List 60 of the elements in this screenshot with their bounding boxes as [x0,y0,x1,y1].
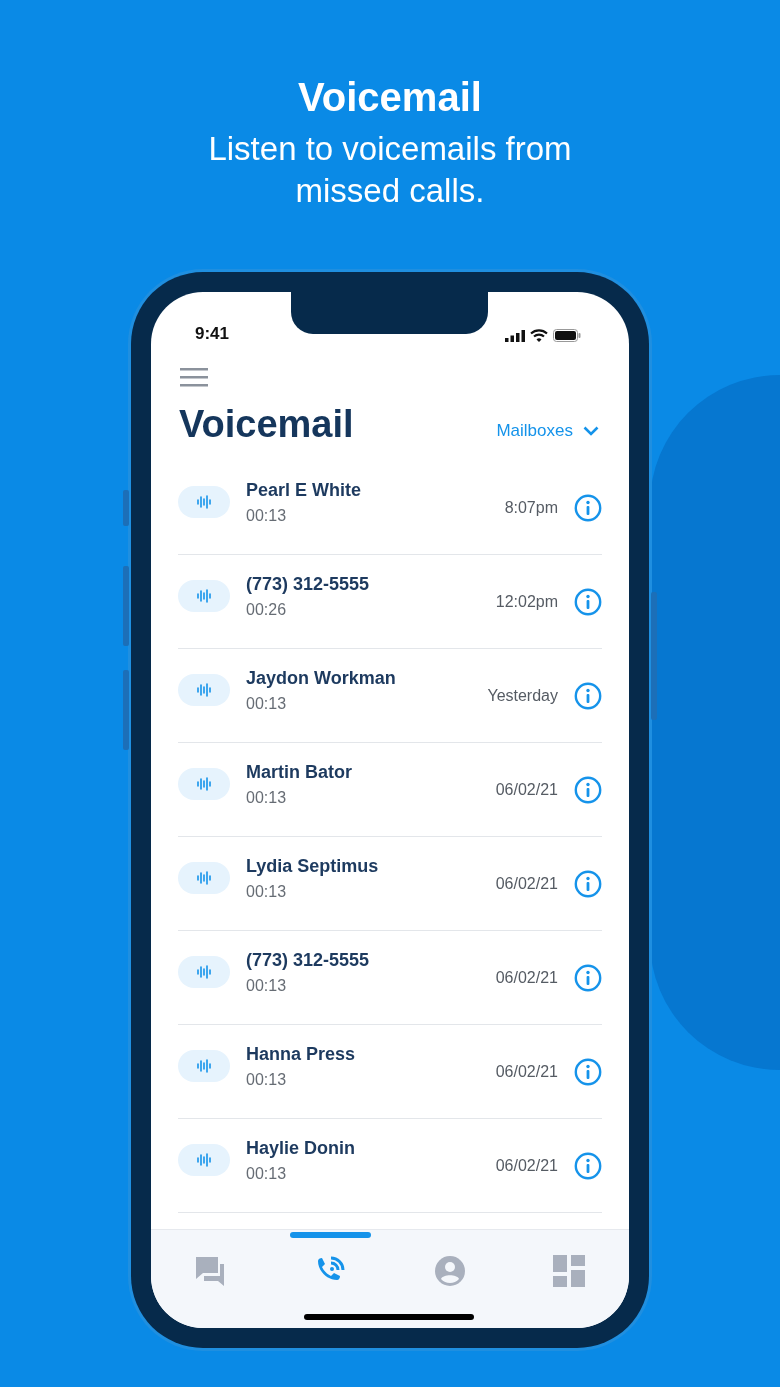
chevron-down-icon [583,426,599,436]
promo-title: Voicemail [298,74,482,120]
menu-icon[interactable] [180,368,208,387]
voicemail-time: 06/02/21 [495,1062,558,1081]
voicemail-duration: 00:13 [246,788,288,808]
play-voicemail-button[interactable] [178,485,230,518]
play-voicemail-button[interactable] [178,955,230,988]
voicemail-time: 06/02/21 [495,780,558,799]
caller-name: Jaydon Workman [246,667,397,689]
info-button[interactable] [574,775,602,804]
play-voicemail-button[interactable] [178,767,230,800]
mailboxes-dropdown[interactable]: Mailboxes [496,421,599,441]
voicemail-duration: 00:13 [246,882,288,902]
play-voicemail-button[interactable] [178,1143,230,1176]
info-button[interactable] [574,587,602,616]
caller-name: Haylie Donin [246,1137,357,1159]
caller-name: Martin Bator [246,761,353,783]
voicemail-duration: 00:13 [246,506,288,526]
caller-name: Lydia Septimus [246,855,380,877]
sound-wave-icon [196,493,212,510]
sound-wave-icon [196,681,212,698]
sound-wave-icon [196,963,212,980]
voicemail-duration: 00:13 [246,1164,288,1184]
wifi-icon [530,329,548,342]
play-voicemail-button[interactable] [178,673,230,706]
info-button[interactable] [574,493,602,522]
sound-wave-icon [196,1151,212,1168]
play-voicemail-button[interactable] [178,1049,230,1082]
info-button[interactable] [574,963,602,992]
info-button[interactable] [574,681,602,710]
sound-wave-icon [196,587,212,604]
caller-name: (773) 312-5555 [246,573,371,595]
promo-subtitle: Listen to voicemails from missed calls. [207,129,573,211]
voicemail-duration: 00:13 [246,1070,288,1090]
voicemail-duration: 00:13 [246,976,288,996]
play-voicemail-button[interactable] [178,861,230,894]
voicemail-time: 06/02/21 [495,968,558,987]
screen-title: Voicemail [179,402,354,447]
caller-name: (773) 312-5555 [246,949,371,971]
info-button[interactable] [574,1151,602,1180]
signal-icon [505,329,525,342]
voicemail-duration: 00:26 [246,600,288,620]
info-button[interactable] [574,1057,602,1086]
voicemail-time: 8:07pm [504,498,558,517]
info-button[interactable] [574,869,602,898]
voicemail-time: 06/02/21 [495,1156,558,1175]
voicemail-time: 12:02pm [495,592,558,611]
sound-wave-icon [196,1057,212,1074]
caller-name: Hanna Press [246,1043,357,1065]
battery-icon [553,329,581,342]
voicemail-duration: 00:13 [246,694,288,714]
dashboard-icon [553,1255,586,1287]
sound-wave-icon [196,775,212,792]
clock-time: 9:41 [195,324,230,344]
play-voicemail-button[interactable] [178,579,230,612]
voicemail-time: Yesterday [487,686,558,705]
person-icon [433,1255,466,1287]
voicemail-time: 06/02/21 [495,874,558,893]
caller-name: Pearl E White [246,479,363,501]
sound-wave-icon [196,869,212,886]
